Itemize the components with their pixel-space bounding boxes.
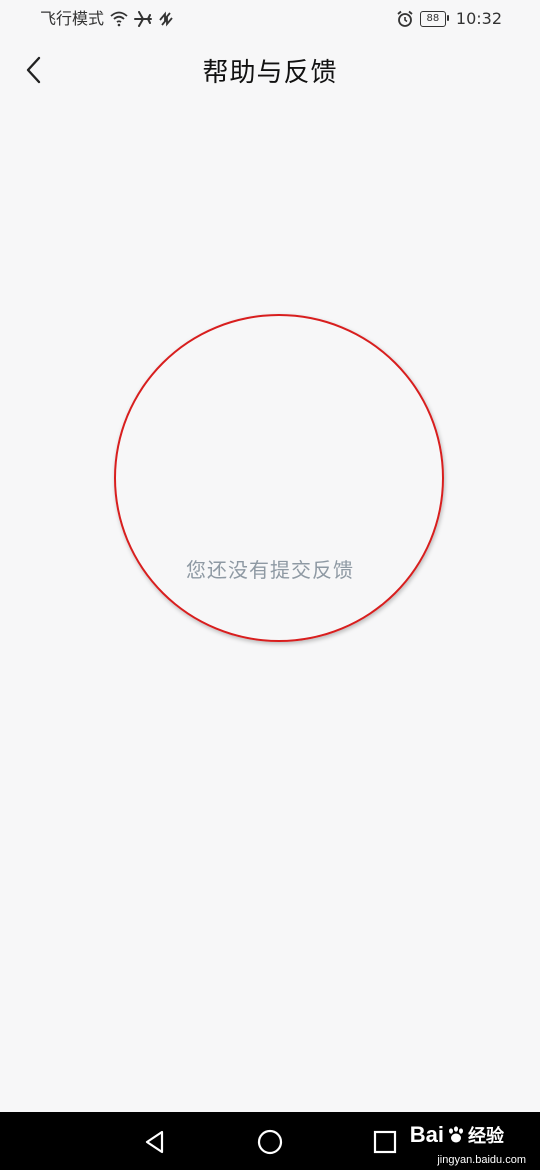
recents-square-icon bbox=[373, 1130, 397, 1154]
watermark-brand-prefix: Bai bbox=[409, 1122, 444, 1147]
clock: 10:32 bbox=[455, 9, 502, 28]
status-left: 飞行模式 bbox=[40, 9, 174, 29]
system-home-button[interactable] bbox=[255, 1127, 285, 1157]
paw-icon bbox=[449, 1126, 463, 1143]
nav-bar: 帮助与反馈 bbox=[0, 38, 540, 102]
watermark-brand-suffix: 经验 bbox=[468, 1126, 504, 1146]
wifi-icon bbox=[110, 11, 128, 27]
screen: 飞行模式 88 10:32 帮助与反馈 您还没有提交反馈 Bai 经验 jing… bbox=[0, 0, 540, 1170]
status-bar: 飞行模式 88 10:32 bbox=[0, 0, 540, 38]
battery-level: 88 bbox=[426, 13, 440, 24]
system-nav-bar: Bai 经验 jingyan.baidu.com bbox=[0, 1112, 540, 1170]
airplane-mode-label: 飞行模式 bbox=[40, 9, 105, 28]
annotation-circle bbox=[114, 314, 444, 642]
page-title: 帮助与反馈 bbox=[202, 58, 338, 88]
watermark-logo: Bai 经验 bbox=[410, 1122, 504, 1148]
watermark-url: jingyan.baidu.com bbox=[437, 1154, 526, 1166]
airplane-icon bbox=[134, 11, 153, 27]
data-off-icon bbox=[158, 11, 174, 27]
alarm-icon bbox=[396, 10, 414, 28]
home-circle-icon bbox=[257, 1129, 283, 1155]
system-back-button[interactable] bbox=[140, 1127, 170, 1157]
status-right: 88 10:32 bbox=[396, 9, 502, 29]
baidu-jingyan-watermark: Bai 经验 jingyan.baidu.com bbox=[402, 1114, 532, 1166]
back-triangle-icon bbox=[145, 1130, 164, 1154]
system-recents-button[interactable] bbox=[370, 1127, 400, 1157]
battery-icon: 88 bbox=[419, 11, 449, 27]
